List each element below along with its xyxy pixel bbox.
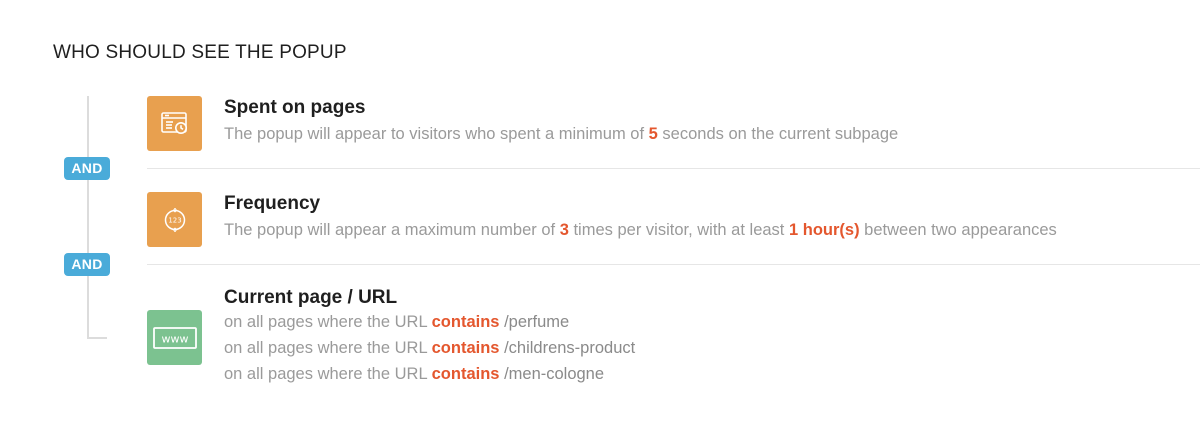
divider <box>147 168 1200 169</box>
interval-value: 1 hour(s) <box>788 221 860 239</box>
www-icon: www <box>147 310 202 365</box>
times-value: 3 <box>559 221 569 239</box>
url-operator: contains <box>431 365 500 383</box>
browser-clock-icon <box>147 96 202 151</box>
desc-text: The popup will appear to visitors who sp… <box>224 125 645 143</box>
divider <box>147 264 1200 265</box>
connector-line-end <box>87 337 107 339</box>
desc-text: times per visitor, with at least <box>573 221 785 239</box>
url-value: /perfume <box>504 313 570 331</box>
section-title: WHO SHOULD SEE THE POPUP <box>53 42 347 63</box>
and-badge[interactable]: AND <box>64 253 110 276</box>
rule-title-frequency: Frequency <box>224 193 321 214</box>
rule-desc-frequency: The popup will appear a maximum number o… <box>224 221 1057 240</box>
rule-desc-spent: The popup will appear to visitors who sp… <box>224 125 898 144</box>
and-badge[interactable]: AND <box>64 157 110 180</box>
counter-cycle-icon: 123 <box>147 192 202 247</box>
desc-text: on all pages where the URL <box>224 339 428 357</box>
url-value: /childrens-product <box>504 339 636 357</box>
rule-title-url: Current page / URL <box>224 287 398 308</box>
seconds-value: 5 <box>648 125 658 143</box>
url-operator: contains <box>431 339 500 357</box>
url-condition: on all pages where the URL contains /men… <box>224 365 604 384</box>
connector-line <box>87 96 89 339</box>
url-value: /men-cologne <box>504 365 605 383</box>
svg-text:123: 123 <box>168 216 181 224</box>
url-condition: on all pages where the URL contains /per… <box>224 313 569 332</box>
desc-text: The popup will appear a maximum number o… <box>224 221 556 239</box>
desc-text: between two appearances <box>864 221 1057 239</box>
desc-text: on all pages where the URL <box>224 313 428 331</box>
rule-title-spent: Spent on pages <box>224 97 366 118</box>
url-operator: contains <box>431 313 500 331</box>
desc-text: seconds on the current subpage <box>662 125 899 143</box>
targeting-panel: WHO SHOULD SEE THE POPUP AND AND Spent o… <box>0 0 1200 431</box>
desc-text: on all pages where the URL <box>224 365 428 383</box>
url-condition: on all pages where the URL contains /chi… <box>224 339 635 358</box>
www-icon-label: www <box>161 332 188 345</box>
